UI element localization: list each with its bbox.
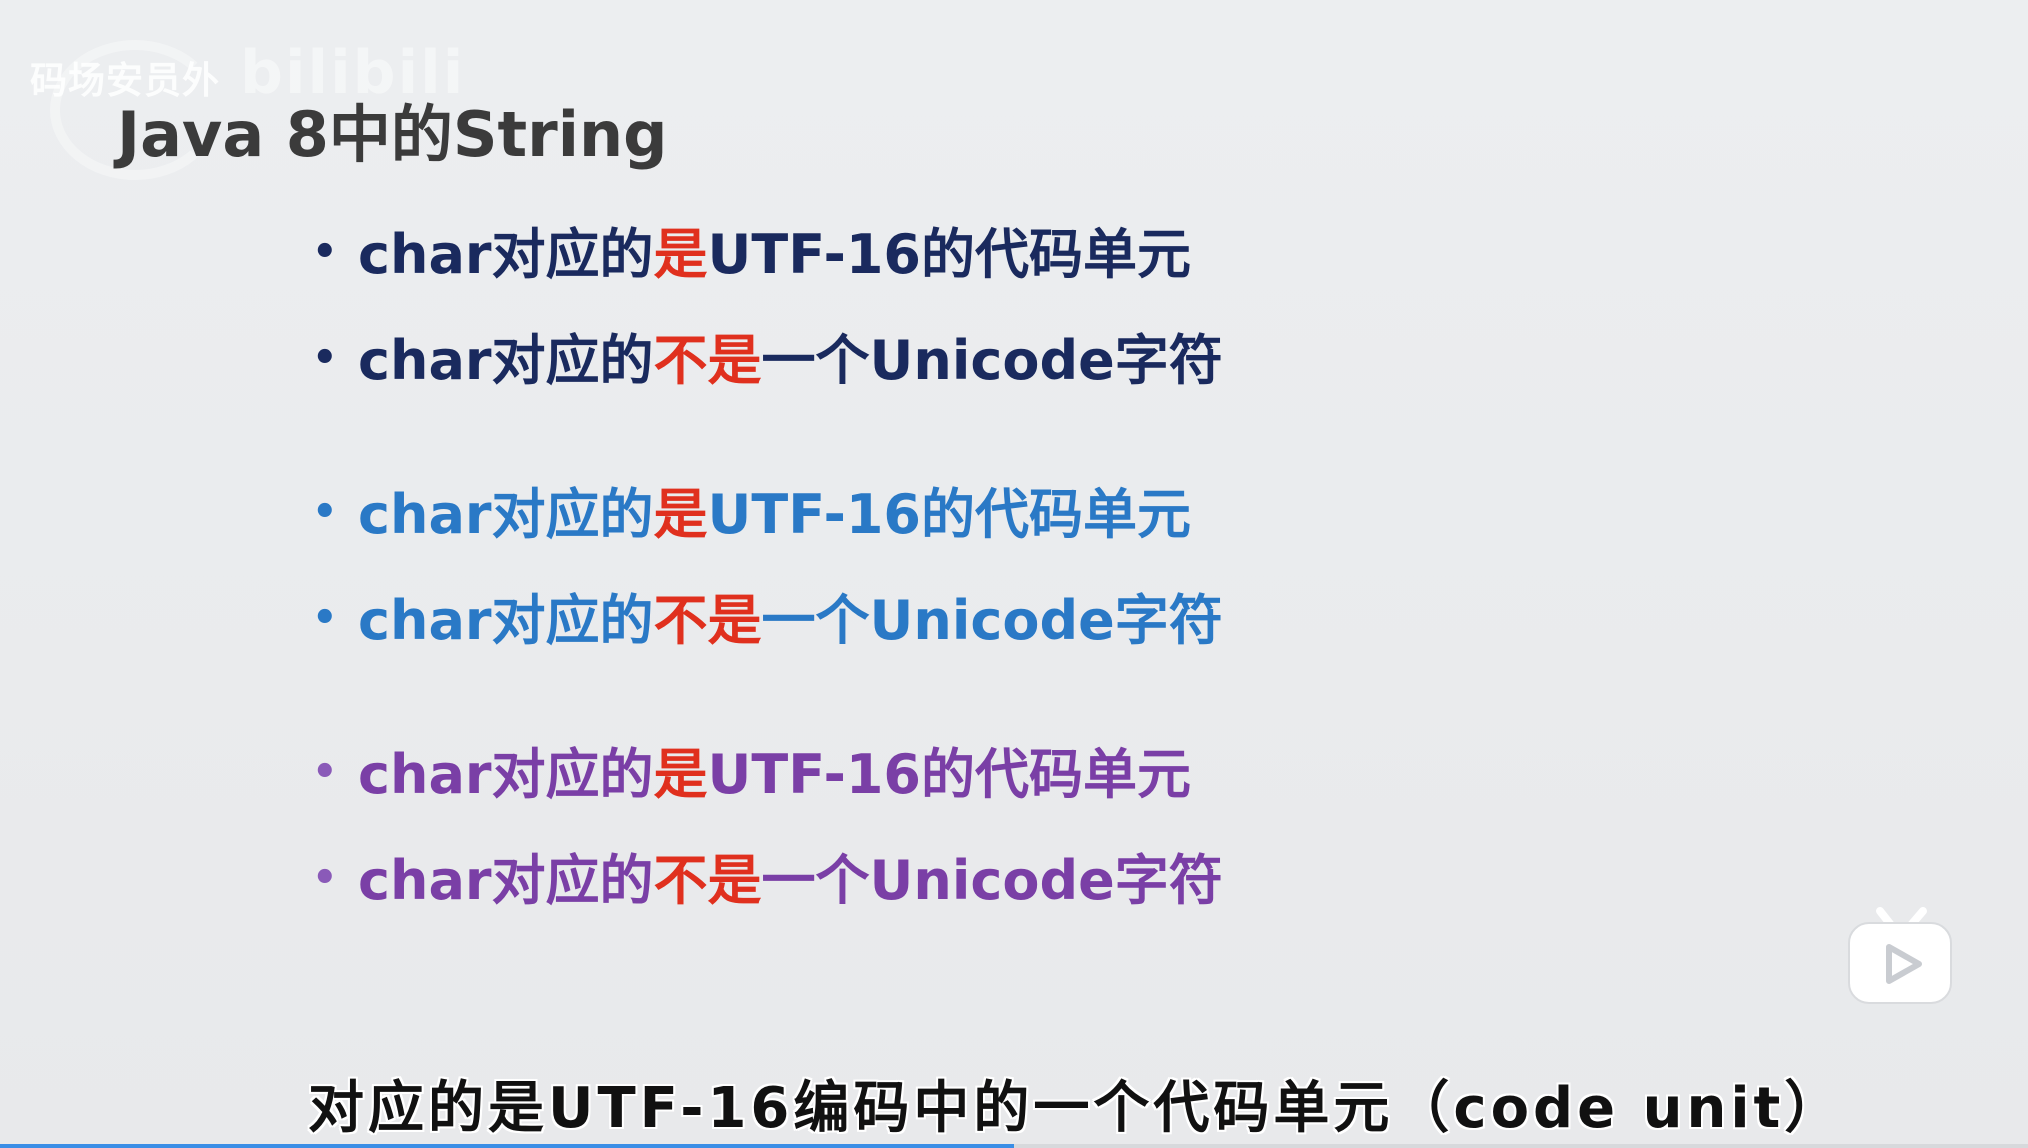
video-frame[interactable]: bilibili 码场安员外 Java 8中的String • char对应的是U… — [0, 0, 2028, 1148]
bilibili-tv-icon[interactable] — [1845, 905, 1955, 1005]
slide-title: Java 8中的String — [117, 98, 668, 171]
bullet-item: • char对应的是UTF-16的代码单元 — [312, 748, 1191, 802]
bullet-text-pre: char对应的 — [358, 849, 654, 912]
bullet-text-highlight: 是 — [653, 483, 708, 546]
bullet-text-pre: char对应的 — [358, 483, 654, 546]
bullet-item: • char对应的不是一个Unicode字符 — [312, 334, 1223, 388]
bullet-text-highlight: 是 — [653, 743, 708, 806]
bullet-dot: • — [312, 489, 338, 536]
bullet-dot: • — [312, 595, 338, 642]
bullet-text-post: UTF-16的代码单元 — [707, 483, 1191, 546]
bullet-text-pre: char对应的 — [358, 589, 654, 652]
bullet-text-post: 一个Unicode字符 — [761, 849, 1223, 912]
bullet-text-post: 一个Unicode字符 — [761, 589, 1223, 652]
bullet-dot: • — [312, 229, 338, 276]
bullet-text-pre: char对应的 — [358, 743, 654, 806]
bullet-text-pre: char对应的 — [358, 329, 654, 392]
bullet-item: • char对应的不是一个Unicode字符 — [312, 854, 1223, 908]
progress-bar[interactable] — [0, 1144, 2028, 1148]
bullet-text-highlight: 不是 — [653, 849, 762, 912]
bullet-item: • char对应的是UTF-16的代码单元 — [312, 228, 1191, 282]
bullet-text-highlight: 不是 — [653, 329, 762, 392]
bullet-text-post: UTF-16的代码单元 — [707, 743, 1191, 806]
bullet-text-pre: char对应的 — [358, 223, 654, 286]
bullet-dot: • — [312, 335, 338, 382]
bullet-dot: • — [312, 855, 338, 902]
bullet-item: • char对应的不是一个Unicode字符 — [312, 594, 1223, 648]
bullet-text-highlight: 是 — [653, 223, 708, 286]
video-subtitle: 对应的是UTF-16编码中的一个代码单元（code unit） — [308, 1076, 1845, 1141]
bullet-item: • char对应的是UTF-16的代码单元 — [312, 488, 1191, 542]
bullet-text-highlight: 不是 — [653, 589, 762, 652]
bullet-text-post: UTF-16的代码单元 — [707, 223, 1191, 286]
progress-fill — [0, 1144, 1014, 1148]
bullet-dot: • — [312, 749, 338, 796]
bullet-text-post: 一个Unicode字符 — [761, 329, 1223, 392]
